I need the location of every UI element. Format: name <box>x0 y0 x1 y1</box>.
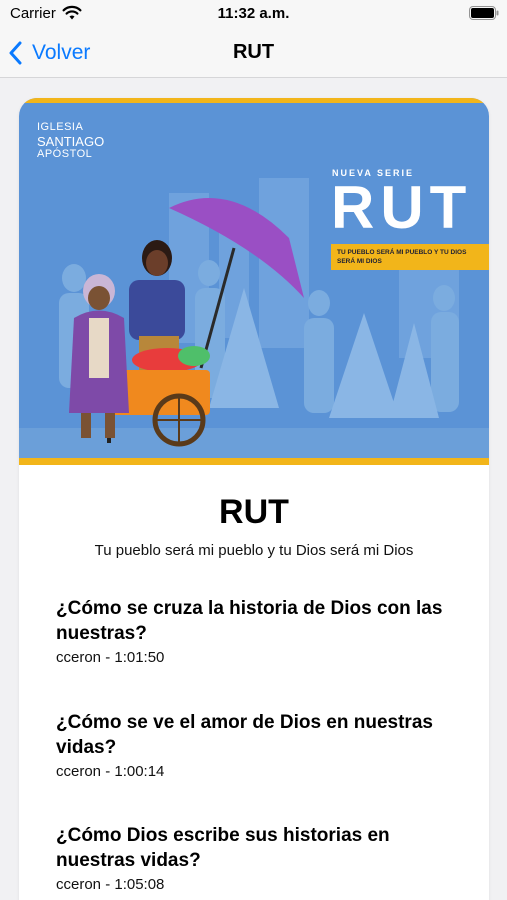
series-artwork: IGLESIA SANTIAGO APÓSTOL NUEVA SERIE RUT… <box>19 98 489 465</box>
nav-title: RUT <box>232 41 275 63</box>
series-card: IGLESIA SANTIAGO APÓSTOL NUEVA SERIE RUT… <box>19 98 489 900</box>
series-title: RUT <box>219 493 289 531</box>
episode-meta: cceron - 1:01:50 <box>56 649 165 666</box>
battery-icon <box>469 6 499 20</box>
episode-item[interactable]: ¿Cómo Dios escribe sus historias en nues… <box>56 823 456 893</box>
episode-title: ¿Cómo se cruza la historia de Dios con l… <box>56 598 443 644</box>
church-logo-line: APÓSTOL <box>37 148 93 160</box>
series-artwork-title: RUT <box>331 174 473 241</box>
episode-item[interactable]: ¿Cómo se cruza la historia de Dios con l… <box>56 596 456 666</box>
status-bar: Carrier 11:32 a.m. <box>0 0 507 28</box>
series-subtitle: Tu pueblo será mi pueblo y tu Dios será … <box>94 542 414 559</box>
episode-item[interactable]: ¿Cómo se ve el amor de Dios en nuestras … <box>56 710 456 780</box>
status-time: 11:32 a.m. <box>217 5 290 22</box>
episode-title: ¿Cómo se ve el amor de Dios en nuestras … <box>56 712 433 758</box>
episode-meta: cceron - 1:05:08 <box>56 876 165 893</box>
episode-title: ¿Cómo Dios escribe sus historias en nues… <box>56 825 390 871</box>
church-logo-line: IGLESIA <box>37 121 84 133</box>
episode-meta: cceron - 1:00:14 <box>56 763 165 780</box>
church-logo-line: SANTIAGO <box>37 134 105 149</box>
series-tagline-banner: TU PUEBLO SERÁ MI PUEBLO Y TU DIOS SERÁ … <box>331 244 489 270</box>
navigation-bar: Volver RUT <box>0 28 507 78</box>
